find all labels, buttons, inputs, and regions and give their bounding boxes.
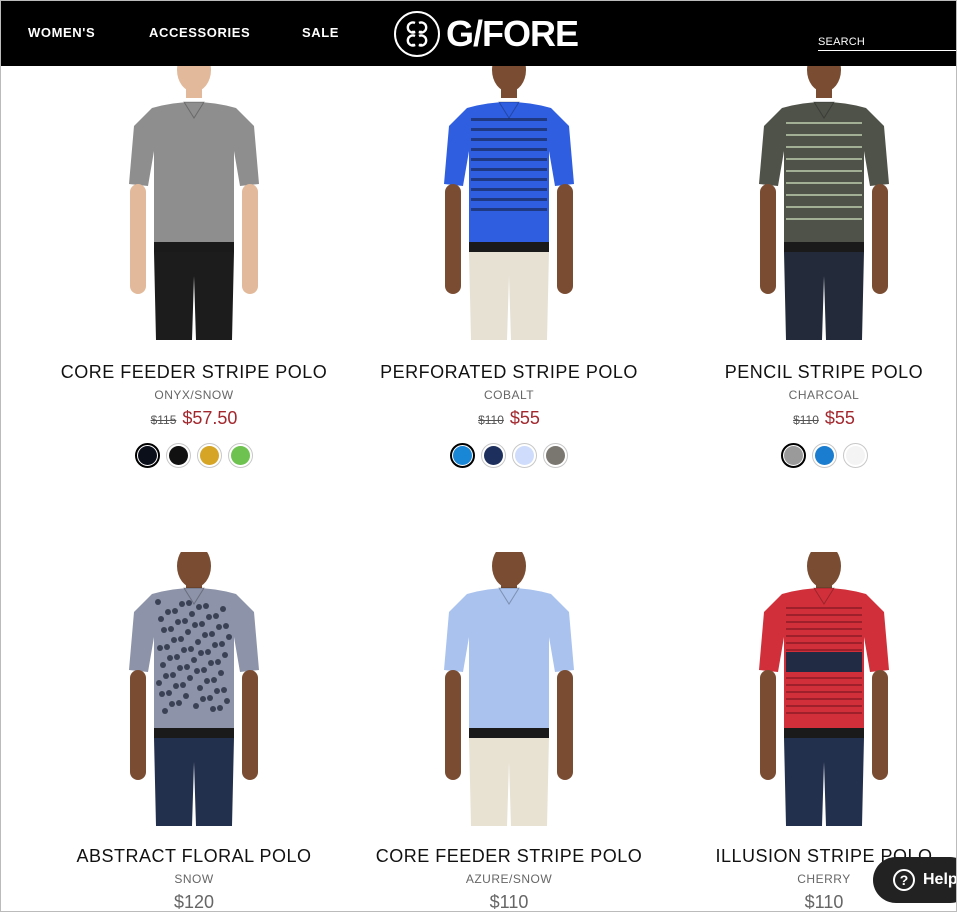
- product-image[interactable]: [94, 552, 294, 826]
- product-color-name: AZURE/SNOW: [465, 872, 553, 886]
- product-title[interactable]: CORE FEEDER STRIPE POLO: [44, 362, 344, 383]
- product-image[interactable]: [94, 66, 294, 340]
- product-card[interactable]: PERFORATED STRIPE POLO COBALT $110 $55: [359, 66, 659, 486]
- original-price: $115: [150, 413, 177, 427]
- swatch-color-dot: [484, 446, 503, 465]
- swatch-color-dot: [453, 446, 472, 465]
- nav-accessories[interactable]: ACCESSORIES: [149, 25, 250, 40]
- product-color-name: ONYX/SNOW: [154, 388, 234, 402]
- product-color-name: COBALT: [483, 388, 535, 402]
- product-title[interactable]: PENCIL STRIPE POLO: [674, 362, 957, 383]
- color-swatch[interactable]: [135, 443, 160, 468]
- swatch-color-dot: [231, 446, 250, 465]
- color-swatch[interactable]: [450, 443, 475, 468]
- color-swatches: [44, 443, 344, 468]
- model-photo-illustration: [724, 66, 924, 340]
- price-row: $120: [44, 892, 344, 912]
- price: $110: [804, 892, 844, 912]
- color-swatch[interactable]: [811, 443, 837, 468]
- swatch-color-dot: [515, 446, 534, 465]
- nav-sale[interactable]: SALE: [302, 25, 339, 40]
- help-label: Help: [923, 871, 957, 888]
- model-photo-illustration: [94, 66, 294, 340]
- sale-price: $55: [824, 408, 855, 428]
- product-title[interactable]: ABSTRACT FLORAL POLO: [44, 846, 344, 867]
- swatch-color-dot: [138, 446, 157, 465]
- model-photo-illustration: [94, 552, 294, 826]
- question-icon: ?: [893, 869, 915, 891]
- product-title[interactable]: PERFORATED STRIPE POLO: [359, 362, 659, 383]
- product-card[interactable]: CORE FEEDER STRIPE POLO AZURE/SNOW $110: [359, 552, 659, 912]
- product-card[interactable]: ABSTRACT FLORAL POLO SNOW $120: [44, 552, 344, 912]
- price-row: $110 $55: [674, 408, 957, 429]
- model-photo-illustration: [724, 552, 924, 826]
- search-placeholder: SEARCH: [818, 35, 866, 48]
- help-button[interactable]: ? Help: [873, 857, 957, 903]
- price-row: $110: [359, 892, 659, 912]
- product-image[interactable]: [724, 552, 924, 826]
- nav-womens[interactable]: WOMEN'S: [28, 25, 95, 40]
- site-header: WOMEN'S ACCESSORIES SALE G/FORE SEARCH: [0, 0, 957, 66]
- product-image[interactable]: [409, 66, 609, 340]
- product-color-name: SNOW: [174, 872, 214, 886]
- model-photo-illustration: [409, 66, 609, 340]
- logo-mark-icon: [394, 11, 440, 57]
- original-price: $110: [793, 413, 819, 427]
- swatch-color-dot: [783, 446, 803, 465]
- price-row: $110 $55: [359, 408, 659, 429]
- original-price: $110: [478, 413, 504, 427]
- brand-logo[interactable]: G/FORE: [394, 11, 579, 57]
- color-swatch[interactable]: [543, 443, 568, 468]
- color-swatch[interactable]: [481, 443, 506, 468]
- sale-price: $55: [509, 408, 540, 428]
- swatch-color-dot: [200, 446, 219, 465]
- color-swatch[interactable]: [512, 443, 537, 468]
- logo-wordmark: G/FORE: [446, 13, 579, 54]
- color-swatches: [674, 443, 957, 468]
- swatch-color-dot: [814, 446, 834, 465]
- color-swatches: [359, 443, 659, 468]
- product-title[interactable]: CORE FEEDER STRIPE POLO: [359, 846, 659, 867]
- product-color-name: CHARCOAL: [788, 388, 860, 402]
- product-card[interactable]: CORE FEEDER STRIPE POLO ONYX/SNOW $115 $57.…: [44, 66, 344, 486]
- color-swatch[interactable]: [842, 443, 868, 468]
- swatch-color-dot: [546, 446, 565, 465]
- product-image[interactable]: [724, 66, 924, 340]
- product-image[interactable]: [409, 552, 609, 826]
- color-swatch[interactable]: [780, 443, 806, 468]
- model-photo-illustration: [409, 552, 609, 826]
- color-swatch[interactable]: [228, 443, 253, 468]
- swatch-color-dot: [169, 446, 188, 465]
- price: $110: [489, 892, 529, 912]
- swatch-color-dot: [845, 446, 865, 465]
- price-row: $115 $57.50: [44, 408, 344, 429]
- sale-price: $57.50: [182, 408, 238, 428]
- color-swatch[interactable]: [197, 443, 222, 468]
- product-card[interactable]: PENCIL STRIPE POLO CHARCOAL $110 $55: [674, 66, 957, 486]
- search-field[interactable]: SEARCH: [818, 33, 957, 51]
- price: $120: [173, 892, 215, 912]
- color-swatch[interactable]: [166, 443, 191, 468]
